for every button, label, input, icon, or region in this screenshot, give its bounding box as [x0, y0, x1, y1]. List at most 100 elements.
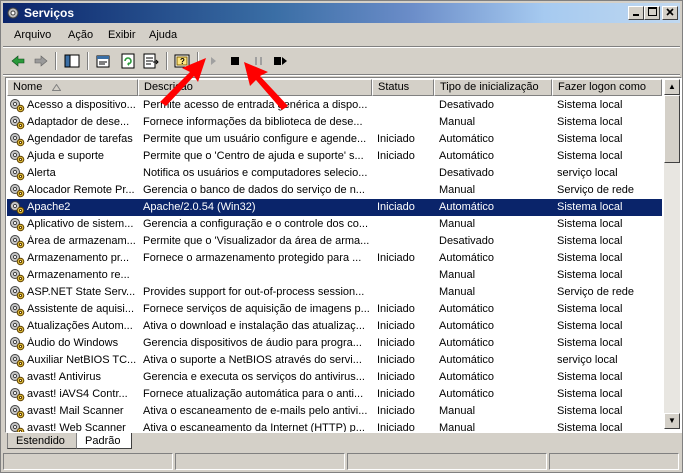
table-row[interactable]: Acesso a dispositivo... Permite acesso de… [7, 97, 662, 114]
tab-estendido[interactable]: Estendido [7, 433, 77, 449]
service-startup-type: Automático [439, 201, 495, 213]
table-row[interactable]: Atualizações Autom... Ativa o download e … [7, 318, 662, 335]
table-row[interactable]: Ajuda e suporte Permite que o 'Centro de … [7, 148, 662, 165]
service-logon: Sistema local [557, 388, 623, 400]
column-header-tipo-inicializacao[interactable]: Tipo de inicialização [434, 79, 552, 96]
service-status: Iniciado [377, 388, 415, 400]
table-row[interactable]: Alerta Notifica os usuários e computadore… [7, 165, 662, 182]
service-startup-type: Automático [439, 252, 495, 264]
service-name: Áudio do Windows [27, 337, 119, 349]
table-row[interactable]: Armazenamento pr... Fornece o armazenamen… [7, 250, 662, 267]
service-description: Fornece serviços de aquisição de imagens… [143, 303, 369, 315]
back-button[interactable] [8, 51, 28, 71]
service-status: Iniciado [377, 201, 415, 213]
column-header-status[interactable]: Status [372, 79, 434, 96]
service-name: avast! iAVS4 Contr... [27, 388, 128, 400]
table-row[interactable]: ASP.NET State Serv... Provides support fo… [7, 284, 662, 301]
service-status: Iniciado [377, 354, 415, 366]
service-logon: serviço local [557, 167, 618, 179]
table-row[interactable]: Adaptador de dese... Fornece informações … [7, 114, 662, 131]
service-startup-type: Desativado [439, 167, 495, 179]
services-window: Serviços Arquivo Ação Exibir Ajuda ? Nom… [0, 0, 683, 473]
title-bar[interactable]: Serviços [3, 3, 680, 23]
service-description: Notifica os usuários e computadores sele… [143, 167, 368, 179]
service-gear-icon [10, 167, 25, 181]
menu-acao[interactable]: Ação [68, 29, 93, 41]
table-row[interactable]: Agendador de tarefas Permite que um usuár… [7, 131, 662, 148]
tab-padrao[interactable]: Padrão [76, 433, 132, 449]
red-arrow-annotation [160, 58, 206, 106]
service-gear-icon [10, 218, 25, 232]
maximize-button[interactable] [644, 6, 660, 20]
service-status: Iniciado [377, 303, 415, 315]
service-name: Área de armazenam... [27, 235, 136, 247]
service-startup-type: Automático [439, 150, 495, 162]
sort-ascending-icon [52, 84, 61, 91]
close-button[interactable] [662, 6, 678, 20]
service-startup-type: Manual [439, 116, 476, 128]
scroll-thumb[interactable] [664, 95, 680, 163]
column-header-label: Tipo de inicialização [440, 81, 539, 93]
table-row[interactable]: Assistente de aquisi... Fornece serviços … [7, 301, 662, 318]
service-name: Armazenamento re... [27, 269, 130, 281]
column-header-nome[interactable]: Nome [7, 79, 138, 96]
vertical-scrollbar[interactable]: ▲ ▼ [664, 79, 680, 429]
properties-icon [96, 55, 110, 68]
menu-bar: Arquivo Ação Exibir Ajuda [3, 25, 680, 45]
service-name: Acesso a dispositivo... [27, 99, 136, 111]
service-logon: Sistema local [557, 371, 623, 383]
service-gear-icon [10, 388, 25, 402]
forward-button[interactable] [31, 51, 51, 71]
service-startup-type: Desativado [439, 235, 495, 247]
service-gear-icon [10, 133, 25, 147]
table-row[interactable]: avast! Web Scanner Ativa o escaneamento d… [7, 420, 662, 433]
service-description: Apache/2.0.54 (Win32) [143, 201, 256, 213]
service-description: Permite que o 'Centro de ajuda e suporte… [143, 150, 364, 162]
service-description: Ativa o suporte a NetBIOS através do ser… [143, 354, 362, 366]
service-logon: Sistema local [557, 252, 623, 264]
service-gear-icon [10, 201, 25, 215]
service-name: ASP.NET State Serv... [27, 286, 136, 298]
service-logon: Serviço de rede [557, 184, 635, 196]
table-row[interactable]: Alocador Remote Pr... Gerencia o banco de… [7, 182, 662, 199]
table-row[interactable]: avast! Mail Scanner Ativa o escaneamento … [7, 403, 662, 420]
table-row[interactable]: Áudio do Windows Gerencia dispositivos de… [7, 335, 662, 352]
list-header: Nome Descrição Status Tipo de inicializa… [7, 79, 662, 96]
table-row[interactable]: avast! Antivirus Gerencia e executa os se… [7, 369, 662, 386]
minimize-button[interactable] [628, 6, 644, 20]
services-list[interactable]: Nome Descrição Status Tipo de inicializa… [5, 77, 682, 433]
table-row[interactable]: Apache2 Apache/2.0.54 (Win32) Iniciado Auto… [7, 199, 662, 216]
service-gear-icon [10, 354, 25, 368]
refresh-button[interactable] [118, 51, 138, 71]
service-description: Fornece informações da biblioteca de des… [143, 116, 363, 128]
scroll-up-button[interactable]: ▲ [664, 79, 680, 95]
service-name: Adaptador de dese... [27, 116, 130, 128]
properties-button[interactable] [93, 51, 113, 71]
service-gear-icon [10, 99, 25, 113]
column-header-label: Nome [13, 81, 43, 93]
service-startup-type: Manual [439, 218, 476, 230]
column-header-logon[interactable]: Fazer logon como [552, 79, 662, 96]
menu-ajuda[interactable]: Ajuda [149, 29, 177, 41]
table-row[interactable]: Área de armazenam... Permite que o 'Visua… [7, 233, 662, 250]
service-startup-type: Manual [439, 405, 476, 417]
scroll-down-button[interactable]: ▼ [664, 413, 680, 429]
service-gear-icon [10, 303, 25, 317]
service-name: Agendador de tarefas [27, 133, 133, 145]
service-description: Gerencia o banco de dados do serviço de … [143, 184, 365, 196]
table-row[interactable]: avast! iAVS4 Contr... Fornece atualização… [7, 386, 662, 403]
service-name: avast! Web Scanner [27, 422, 126, 433]
service-gear-icon [10, 252, 25, 266]
service-name: Aplicativo de sistem... [27, 218, 134, 230]
status-panel [3, 453, 173, 470]
tab-label: Padrão [85, 435, 121, 447]
service-startup-type: Automático [439, 303, 495, 315]
table-row[interactable]: Armazenamento re... Manual Sistema local [7, 267, 662, 284]
show-hide-tree-button[interactable] [62, 51, 82, 71]
service-description: Permite que um usuário configure e agend… [143, 133, 367, 145]
table-row[interactable]: Aplicativo de sistem... Gerencia a config… [7, 216, 662, 233]
service-status: Iniciado [377, 337, 415, 349]
table-row[interactable]: Auxiliar NetBIOS TC... Ativa o suporte a … [7, 352, 662, 369]
menu-arquivo[interactable]: Arquivo [14, 29, 51, 41]
menu-exibir[interactable]: Exibir [108, 29, 136, 41]
